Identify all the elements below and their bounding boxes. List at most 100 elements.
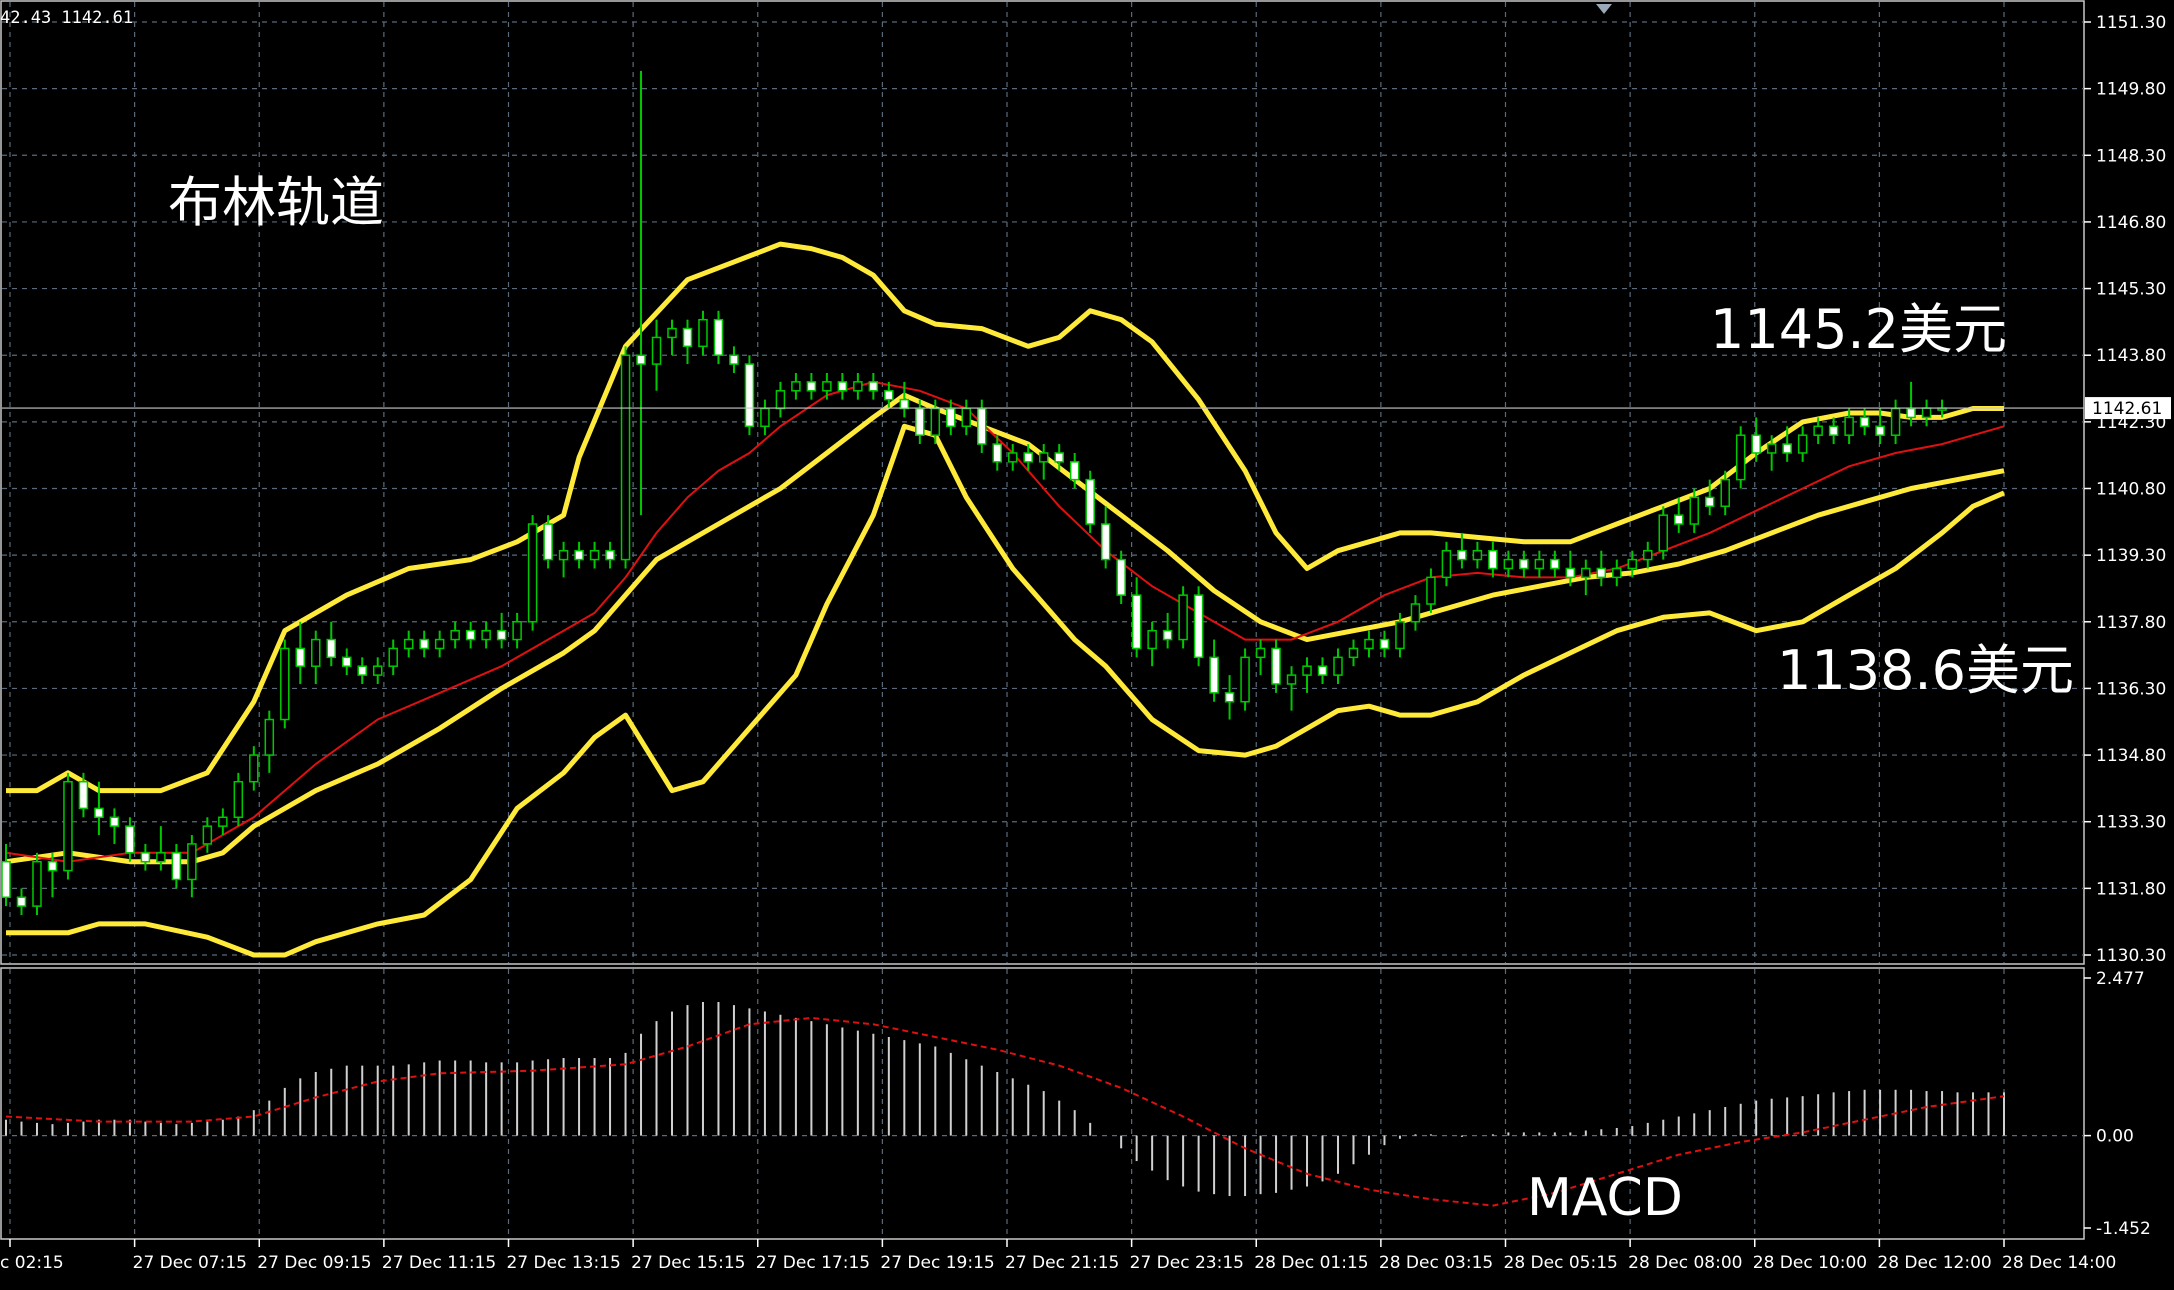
candle-body [1782,443,1792,454]
candle-body [760,407,770,428]
candle-body [1844,416,1854,436]
candle-body [1255,647,1266,659]
candle-body [496,629,507,641]
candle-body [992,443,1003,463]
candle-body [1457,549,1467,561]
chart-title-annotation: 布林轨道 [168,171,384,234]
candle-body [1534,558,1545,570]
price-tick-label: 1146.80 [2096,213,2166,233]
candle-body [187,843,197,881]
candle-body [1147,629,1157,650]
candle-body [388,647,398,667]
time-tick-label: 28 Dec 05:15 [1504,1253,1618,1273]
candle-body [946,407,956,428]
candle-body [775,390,786,410]
time-tick-label: 27 Dec 19:15 [880,1253,994,1273]
candle-body [156,852,166,863]
bollinger-lower [6,423,2005,958]
candle-body [1813,425,1823,436]
candle-body [1348,647,1359,659]
price-tick-label: 1149.80 [2096,80,2166,100]
candle-body [868,381,879,392]
candle-body [1859,416,1870,428]
candle-body [1906,407,1916,419]
candle-body [125,825,135,854]
candle-body [884,390,894,401]
time-tick-label: 27 Dec 23:15 [1130,1253,1244,1273]
candle-body [651,336,662,365]
upper-band-label: 1145.2美元 [1710,298,2007,361]
candle-body [543,523,553,561]
candle-body [1364,638,1374,650]
candle-body [311,638,321,667]
candle-body [1581,567,1591,579]
candle-body [32,860,42,907]
time-tick-label: 28 Dec 14:00 [2002,1253,2116,1273]
candle-body [16,896,27,907]
candle-body [1023,452,1033,463]
candle-body [1658,514,1669,552]
macd-signal-line [5,1016,2005,1207]
candle-body [1,860,11,898]
candle-body [47,860,58,872]
candle-body [1689,496,1699,525]
candle-body [465,629,476,641]
macd-label: MACD [1527,1168,1683,1228]
candle-body [1193,594,1204,659]
price-tick-label: 1145.30 [2096,280,2166,300]
candle-body [899,398,910,410]
time-tick-label: 27 Dec 13:15 [507,1253,621,1273]
price-tick-label: 1137.80 [2096,613,2166,633]
candle-body [140,852,151,863]
candle-body [372,665,383,676]
time-tick-label: 27 Dec 09:15 [257,1253,371,1273]
candle-body [1240,656,1250,703]
candle-body [1797,434,1808,454]
price-tick-label: 1136.30 [2096,679,2166,699]
candle-body [1441,549,1452,579]
ohlc-readout: 42.43 1142.61 [0,8,134,28]
candle-body [357,665,367,676]
candle-body [1890,407,1901,436]
candle-body [1828,425,1839,436]
candle-body [1627,558,1638,570]
candle-body [1116,558,1126,596]
candle-body [744,363,755,428]
candle-body [326,638,337,659]
candle-body [1333,656,1343,676]
candle-body [1302,665,1312,676]
price-tick-label: 1134.80 [2096,746,2166,766]
price-tick-label: 1148.30 [2096,146,2166,166]
candle-body [94,807,104,819]
candle-body [1503,558,1514,570]
candle-body [109,816,120,827]
candle-body [1131,594,1142,650]
candle-body [1751,434,1761,454]
candle-body [1395,621,1405,650]
candle-body [434,638,445,650]
candle-body [837,381,848,392]
time-tick-label: 27 Dec 07:15 [133,1253,247,1273]
bollinger-bands [5,241,2005,958]
macd-tick-label: 2.477 [2096,969,2145,989]
candle-body [1488,549,1498,570]
candle-body [1550,558,1560,570]
candle-body [1007,452,1018,463]
macd-tick-label: 0.00 [2096,1127,2134,1147]
candle-body [1766,443,1777,454]
candle-body [682,327,693,348]
price-tick-label: 1140.80 [2096,480,2166,500]
candle-body [218,816,228,827]
candle-body [1100,523,1111,561]
candle-body [1317,665,1328,676]
price-tick-label: 1139.30 [2096,546,2166,566]
bollinger-middle [5,392,2005,865]
candle-body [1426,576,1436,605]
candle-body [1921,407,1932,419]
candle-body [1704,496,1715,508]
candle-body [1596,567,1607,579]
price-panel-frame [0,0,2085,965]
macd-panel [5,1001,2005,1207]
candle-body [341,656,352,667]
candle-body [605,549,615,561]
